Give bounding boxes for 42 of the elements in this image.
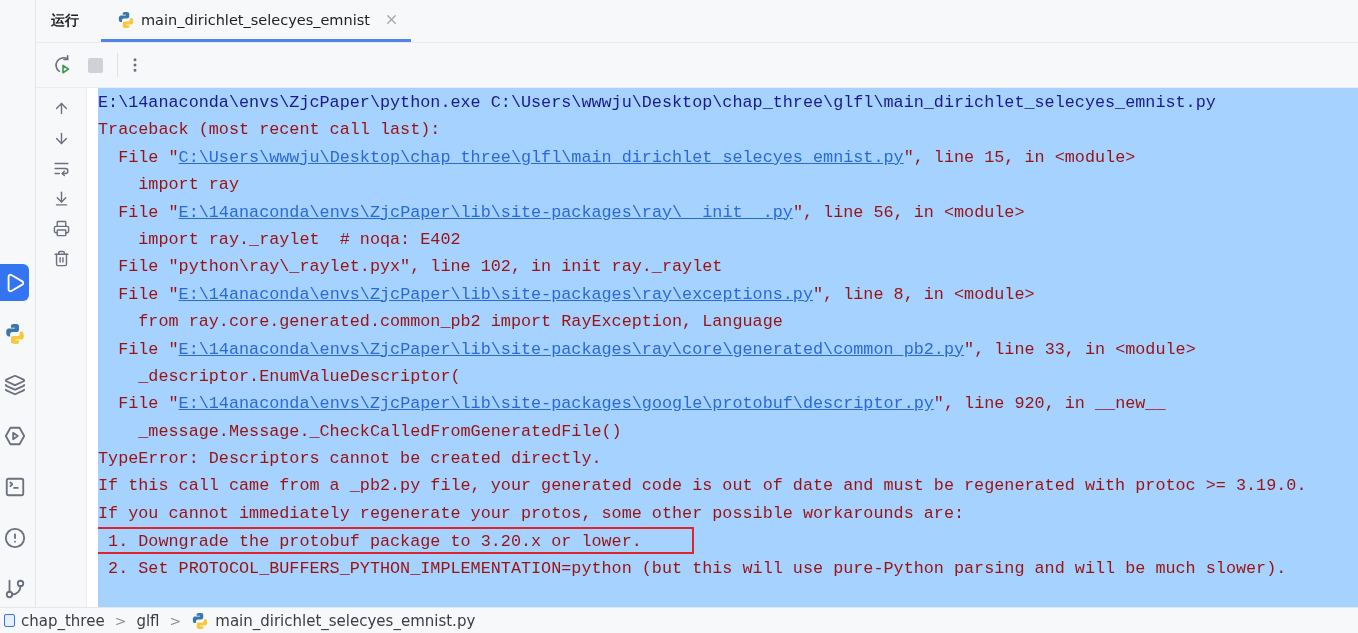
alert-icon (3, 526, 26, 549)
tab-label: main_dirichlet_selecyes_emnist (141, 11, 370, 28)
console-line: import ray (137, 174, 239, 197)
console-line: File "E:\14anaconda\envs\ZjcPaper\lib\site-packages\ray\core\generated\common_pb2.py", line 33, in <module> (117, 338, 1196, 361)
file-link[interactable]: E:\14anaconda\envs\ZjcPaper\lib\site-packages\ray\core\generated\common_pb2.py (178, 339, 965, 359)
python-icon (191, 611, 210, 630)
breadcrumb-item[interactable]: main_dirichlet_selecyes_emnist.py (215, 611, 476, 630)
sidebar-button[interactable] (0, 264, 29, 301)
console-line: _descriptor.EnumValueDescriptor( (137, 365, 461, 388)
console-line: TypeError: Descriptors cannot be created directly. (98, 448, 602, 471)
chevron-icon: > (114, 612, 127, 629)
breadcrumb-item[interactable]: glfl (136, 611, 160, 630)
folder-icon (4, 614, 15, 627)
hexagon-play-icon (3, 424, 26, 447)
console-line: File "C:\Users\wwwju\Desktop\chap_three\glfl\main_dirichlet_selecyes_emnist.py", line 15, in <module> (117, 146, 1136, 169)
breadcrumb-item[interactable]: chap_three (21, 611, 105, 630)
branch-icon (3, 577, 26, 600)
console-line: from ray.core.generated.common_pb2 import RayException, Language (137, 311, 783, 334)
console-line: If this call came from a _pb2.py file, your generated code is out of date and must be regenerated with protoc >= 3.19.0. (98, 475, 1307, 498)
console-line: Traceback (most recent call last): (98, 119, 441, 142)
file-link[interactable]: E:\14anaconda\envs\ZjcPaper\lib\site-packages\google\protobuf\descriptor.py (178, 394, 934, 414)
console-line: File "python\ray\_raylet.pyx", line 102, in init ray._raylet (117, 256, 723, 279)
console-line: File "E:\14anaconda\envs\ZjcPaper\lib\site-packages\google\protobuf\descriptor.py", line 920, in __new__ (117, 393, 1166, 416)
wrap-text-icon[interactable] (52, 160, 70, 177)
panel-title: 运行 (51, 12, 79, 30)
console-line: import ray._raylet # noqa: E402 (137, 228, 461, 251)
console-line: File "E:\14anaconda\envs\ZjcPaper\lib\site-packages\ray\exceptions.py", line 8, in <module> (117, 283, 1035, 306)
layers-icon (3, 373, 26, 396)
console-line: E:\14anaconda\envs\ZjcPaper\python.exe C:\Users\wwwju\Desktop\chap_three\glfl\main_dirichlet_selecyes_emnist.py (98, 92, 1216, 114)
python-icon (117, 10, 135, 29)
terminal-icon (3, 475, 26, 498)
printer-icon[interactable] (52, 220, 70, 237)
console-line: _message.Message._CheckCalledFromGeneratedFile() (137, 420, 622, 443)
file-link[interactable]: C:\Users\wwwju\Desktop\chap_three\glfl\main_dirichlet_selecyes_emnist.py (178, 147, 904, 167)
python-icon (3, 322, 26, 345)
console-line: File "E:\14anaconda\envs\ZjcPaper\lib\site-packages\ray\__init__.py", line 56, in <module> (117, 201, 1025, 224)
chevron-icon: > (169, 612, 182, 629)
trash-icon[interactable] (52, 250, 70, 267)
file-link[interactable]: E:\14anaconda\envs\ZjcPaper\lib\site-packages\ray\__init__.py (178, 202, 793, 222)
console-line: 2. Set PROTOCOL_BUFFERS_PYTHON_IMPLEMENTATION=python (but this will use pure-Python parsing and will be much slower). (107, 557, 1287, 580)
console-line: If you cannot immediately regenerate your protos, some other possible workarounds are: (98, 502, 965, 525)
file-link[interactable]: E:\14anaconda\envs\ZjcPaper\lib\site-packages\ray\exceptions.py (178, 284, 813, 304)
